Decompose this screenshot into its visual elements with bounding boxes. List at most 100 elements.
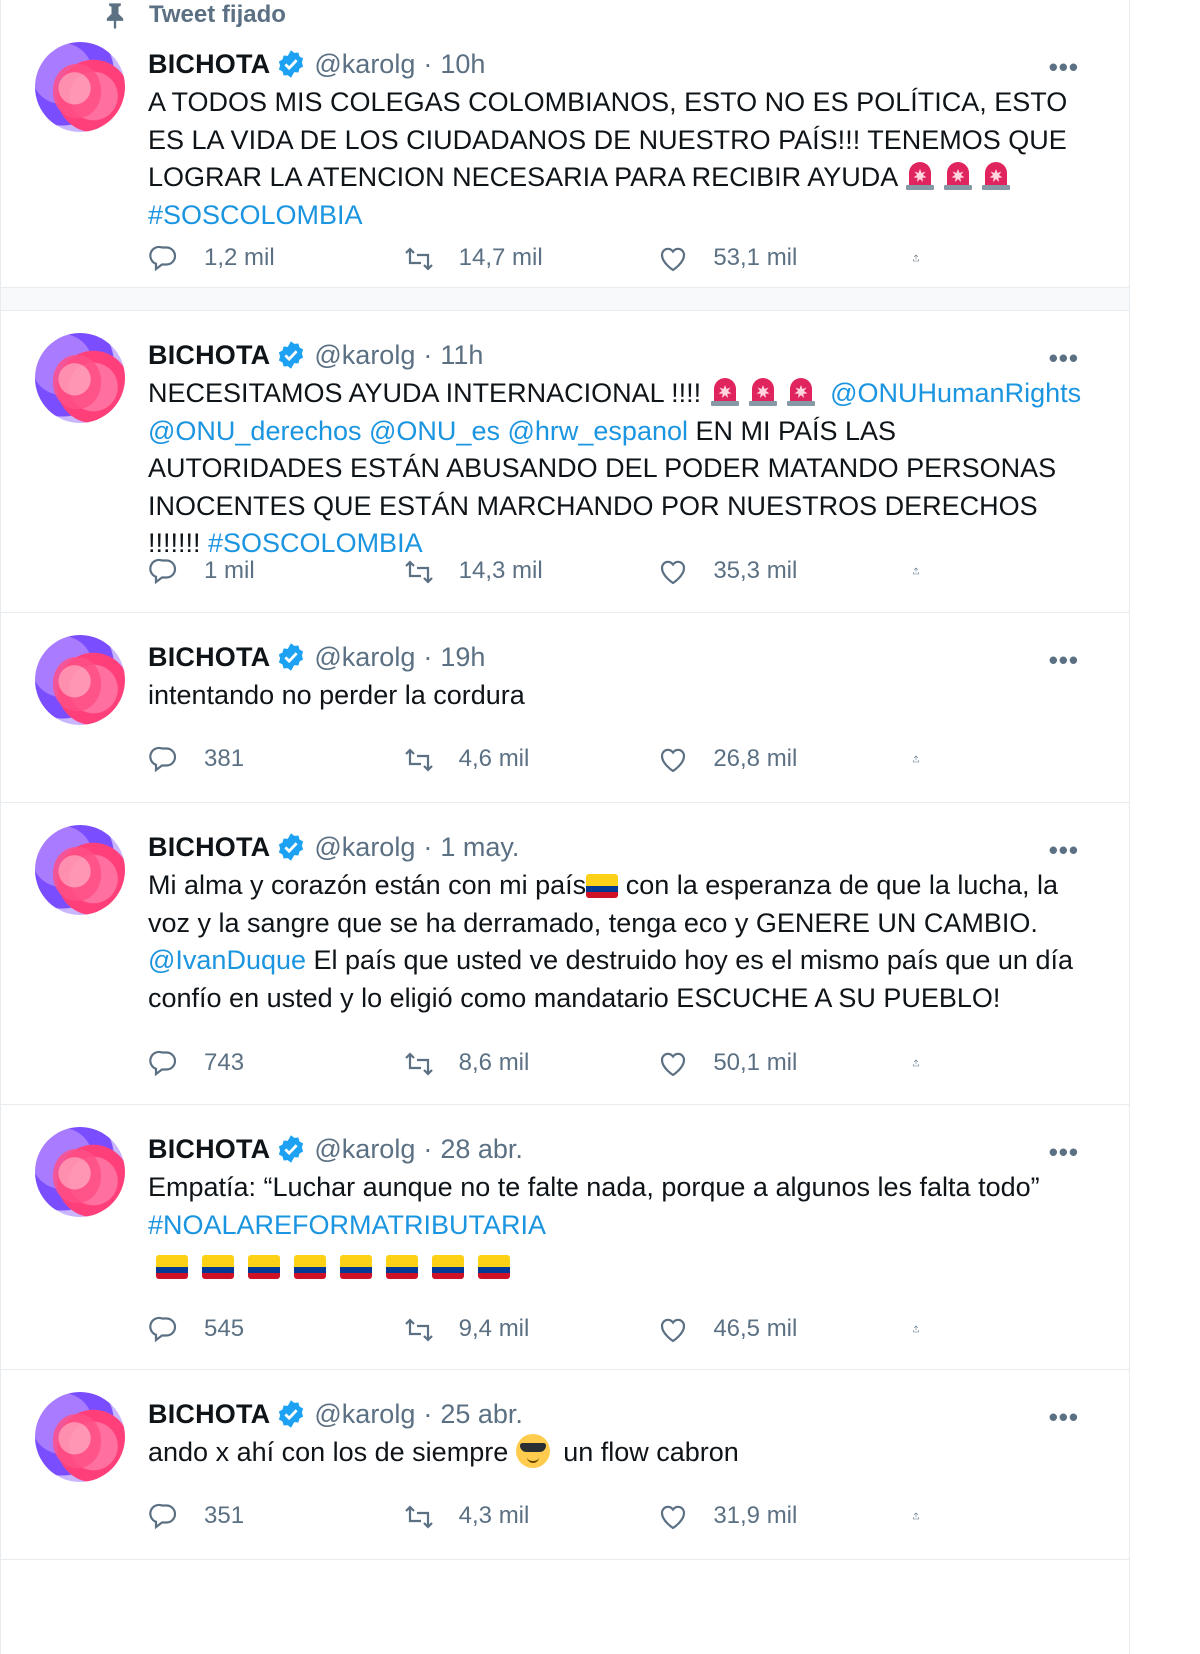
like-button[interactable]: 50,1 mil	[657, 1047, 857, 1079]
mention-link[interactable]: @hrw_espanol	[507, 416, 688, 446]
verified-badge-icon	[279, 1400, 304, 1428]
more-options-icon[interactable]: •••	[1049, 1402, 1079, 1433]
more-options-icon[interactable]: •••	[1049, 835, 1079, 866]
tweet-actions: 743 8,6 mil 50,1 mil	[148, 1047, 944, 1079]
retweet-button[interactable]: 4,6 mil	[403, 743, 603, 775]
like-count: 26,8 mil	[713, 745, 798, 772]
more-options-icon[interactable]: •••	[1049, 1137, 1079, 1168]
mention-link[interactable]: @IvanDuque	[148, 945, 306, 975]
retweet-button[interactable]: 8,6 mil	[403, 1047, 603, 1079]
rotating-light-icon	[944, 162, 973, 190]
timestamp[interactable]: 19h	[440, 642, 485, 673]
mention-link[interactable]: @ONUHumanRights	[830, 378, 1081, 408]
avatar[interactable]	[35, 42, 125, 132]
rotating-light-icon	[710, 378, 739, 406]
retweet-count: 8,6 mil	[458, 1049, 530, 1076]
retweet-button[interactable]: 14,3 mil	[403, 555, 603, 587]
display-name[interactable]: BICHOTA	[148, 832, 270, 863]
share-icon	[912, 1512, 919, 1520]
hashtag-link[interactable]: #SOSCOLOMBIA	[208, 528, 423, 558]
like-count: 50,1 mil	[713, 1049, 798, 1076]
avatar[interactable]	[35, 1127, 125, 1217]
reply-button[interactable]: 1 mil	[148, 555, 348, 587]
share-button[interactable]	[912, 1500, 944, 1532]
share-button[interactable]	[912, 1313, 944, 1345]
reply-icon	[149, 1316, 177, 1343]
avatar[interactable]	[35, 825, 125, 915]
display-name[interactable]: BICHOTA	[148, 642, 270, 673]
share-icon	[912, 1325, 919, 1333]
verified-badge-icon	[279, 833, 304, 861]
retweet-count: 14,3 mil	[458, 557, 543, 584]
share-button[interactable]	[912, 555, 944, 587]
reply-count: 743	[204, 1049, 245, 1076]
like-icon	[661, 247, 686, 272]
reply-button[interactable]: 351	[148, 1500, 348, 1532]
verified-badge-icon	[279, 50, 304, 78]
like-button[interactable]: 46,5 mil	[657, 1313, 857, 1345]
hashtag-link[interactable]: #SOSCOLOMBIA	[148, 200, 363, 230]
share-button[interactable]	[912, 743, 944, 775]
reply-button[interactable]: 545	[148, 1313, 348, 1345]
separator-dot: ·	[423, 641, 433, 672]
timestamp[interactable]: 10h	[440, 49, 485, 80]
handle[interactable]: @karolg	[314, 642, 415, 673]
more-options-icon[interactable]: •••	[1049, 343, 1079, 374]
retweet-button[interactable]: 14,7 mil	[403, 242, 603, 274]
more-options-icon[interactable]: •••	[1049, 645, 1079, 676]
handle[interactable]: @karolg	[314, 1134, 415, 1165]
like-button[interactable]: 53,1 mil	[657, 242, 857, 274]
tweet[interactable]: BICHOTA @karolg · 10h ••• A TODOS MIS CO…	[1, 30, 1129, 288]
like-button[interactable]: 35,3 mil	[657, 555, 857, 587]
separator-dot: ·	[423, 831, 433, 862]
display-name[interactable]: BICHOTA	[148, 1134, 270, 1165]
retweet-icon	[404, 560, 433, 584]
retweet-button[interactable]: 4,3 mil	[403, 1500, 603, 1532]
like-button[interactable]: 26,8 mil	[657, 743, 857, 775]
avatar[interactable]	[35, 333, 125, 423]
tweet-text-segment: intentando no perder la cordura	[148, 680, 525, 710]
tweet-text-segment: un flow cabron	[555, 1437, 739, 1467]
timestamp[interactable]: 25 abr.	[440, 1399, 523, 1430]
tweet-header: BICHOTA @karolg · 28 abr.	[148, 1129, 1089, 1169]
retweet-button[interactable]: 9,4 mil	[403, 1313, 603, 1345]
separator-dot: ·	[423, 48, 433, 79]
reply-button[interactable]: 743	[148, 1047, 348, 1079]
like-count: 53,1 mil	[713, 244, 798, 271]
display-name[interactable]: BICHOTA	[148, 49, 270, 80]
mention-link[interactable]: @ONU_derechos	[148, 416, 362, 446]
reply-button[interactable]: 381	[148, 743, 348, 775]
share-button[interactable]	[912, 242, 944, 274]
reply-button[interactable]: 1,2 mil	[148, 242, 348, 274]
avatar[interactable]	[35, 1392, 125, 1482]
timestamp[interactable]: 28 abr.	[440, 1134, 523, 1165]
display-name[interactable]: BICHOTA	[148, 340, 270, 371]
colombia-flag-icon	[386, 1255, 418, 1279]
timestamp[interactable]: 1 may.	[440, 832, 519, 863]
colombia-flag-icon	[340, 1255, 372, 1279]
pinned-indicator: Tweet fijado	[1, 0, 1129, 30]
more-options-icon[interactable]: •••	[1049, 52, 1079, 83]
colombia-flag-icon	[202, 1255, 234, 1279]
avatar[interactable]	[35, 635, 125, 725]
tweet-text-segment: ando x ahí con los de siempre	[148, 1437, 516, 1467]
mention-link[interactable]: @ONU_es	[369, 416, 500, 446]
share-button[interactable]	[912, 1047, 944, 1079]
like-button[interactable]: 31,9 mil	[657, 1500, 857, 1532]
retweet-count: 9,4 mil	[458, 1315, 530, 1342]
handle[interactable]: @karolg	[314, 1399, 415, 1430]
handle[interactable]: @karolg	[314, 340, 415, 371]
timestamp[interactable]: 11h	[440, 340, 483, 371]
rotating-light-icon	[906, 162, 935, 190]
display-name[interactable]: BICHOTA	[148, 1399, 270, 1430]
like-icon	[661, 560, 686, 585]
tweet-text: Empatía: “Luchar aunque no te falte nada…	[148, 1169, 1089, 1286]
hashtag-link[interactable]: #NOALAREFORMATRIBUTARIA	[148, 1210, 546, 1240]
tweet-actions: 1,2 mil 14,7 mil 53,1 mil	[148, 242, 944, 274]
handle[interactable]: @karolg	[314, 49, 415, 80]
reply-icon	[149, 245, 177, 272]
reply-count: 351	[204, 1502, 245, 1529]
handle[interactable]: @karolg	[314, 832, 415, 863]
tweet-text: A TODOS MIS COLEGAS COLOMBIANOS, ESTO NO…	[148, 84, 1089, 234]
retweet-count: 14,7 mil	[458, 244, 543, 271]
